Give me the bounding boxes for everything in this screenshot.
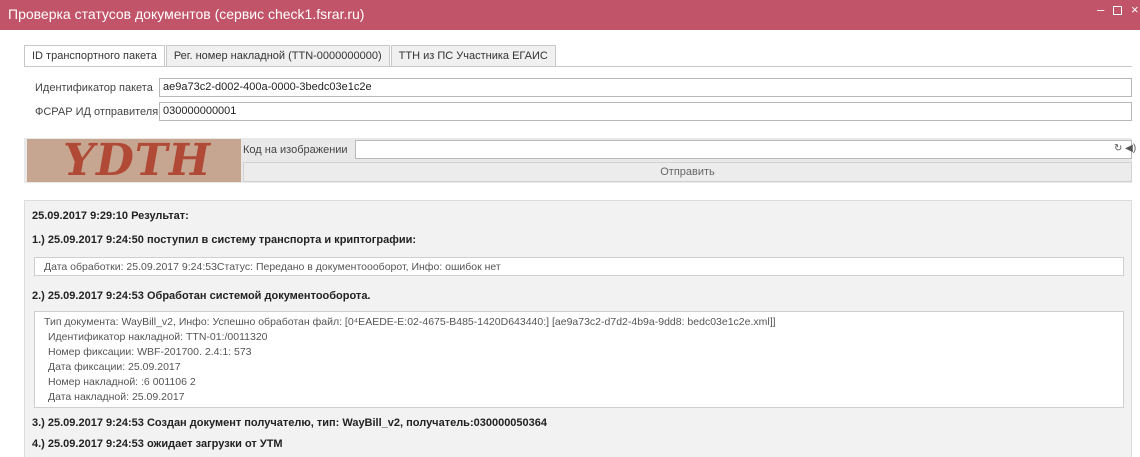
tab-transport-package-id[interactable]: ID транспортного пакета <box>24 45 165 67</box>
minimize-icon[interactable]: – <box>1097 3 1104 17</box>
result-step-2-line: Дата накладной: 25.09.2017 <box>48 391 185 403</box>
window-title: Проверка статусов документов (сервис che… <box>8 6 365 22</box>
result-step-2-line: Идентификатор накладной: TTN-01:/0011320 <box>48 331 268 343</box>
sender-id-label: ФСРАР ИД отправителя <box>35 106 159 118</box>
tab-registration-number[interactable]: Рег. номер накладной (TTN-0000000000) <box>165 45 390 66</box>
result-step-1-info-box: Дата обработки: 25.09.2017 9:24:53Статус… <box>34 257 1124 276</box>
result-step-2-line: Номер фиксации: WBF-201700. 2.4:1: 573 <box>48 346 252 358</box>
captcha-image: YDTH <box>27 139 241 182</box>
captcha-code-input[interactable] <box>355 140 1132 159</box>
package-id-input[interactable]: ae9a73c2-d002-400a-0000-3bedc03e1c2e <box>159 78 1132 97</box>
tab-bar: ID транспортного пакета Рег. номер накла… <box>24 45 557 67</box>
captcha-code-label: Код на изображении <box>243 144 348 156</box>
submit-button[interactable]: Отправить <box>243 162 1132 182</box>
result-step-3: 3.) 25.09.2017 9:24:53 Создан документ п… <box>32 417 548 429</box>
result-step-1-info: Дата обработки: 25.09.2017 9:24:53Статус… <box>44 261 501 273</box>
tab-ttn-from-participant[interactable]: ТТН из ПС Участника ЕГАИС <box>390 45 556 66</box>
captcha-refresh-audio-icon[interactable]: ↻ ◀) <box>1114 143 1136 154</box>
package-id-label: Идентификатор пакета <box>35 82 153 94</box>
result-step-2: 2.) 25.09.2017 9:24:53 Обработан системо… <box>32 290 371 302</box>
close-icon[interactable]: × <box>1131 3 1139 17</box>
sender-id-input[interactable]: 030000000001 <box>159 102 1132 121</box>
tab-divider <box>24 66 1132 67</box>
results-panel: 25.09.2017 9:29:10 Результат: 1.) 25.09.… <box>24 200 1132 457</box>
title-bar: Проверка статусов документов (сервис che… <box>0 0 1140 30</box>
maximize-icon[interactable] <box>1113 6 1122 15</box>
result-step-2-line: Тип документа: WayBill_v2, Инфо: Успешно… <box>44 316 776 328</box>
result-step-2-line: Номер накладной: :6 001106 2 <box>48 376 196 388</box>
captcha-text: YDTH <box>58 139 216 182</box>
result-step-4: 4.) 25.09.2017 9:24:53 ожидает загрузки … <box>32 438 283 450</box>
result-step-2-info-box: Тип документа: WayBill_v2, Инфо: Успешно… <box>34 311 1124 408</box>
results-header: 25.09.2017 9:29:10 Результат: <box>32 210 189 222</box>
result-step-2-line: Дата фиксации: 25.09.2017 <box>48 361 181 373</box>
result-step-1: 1.) 25.09.2017 9:24:50 поступил в систем… <box>32 234 417 246</box>
